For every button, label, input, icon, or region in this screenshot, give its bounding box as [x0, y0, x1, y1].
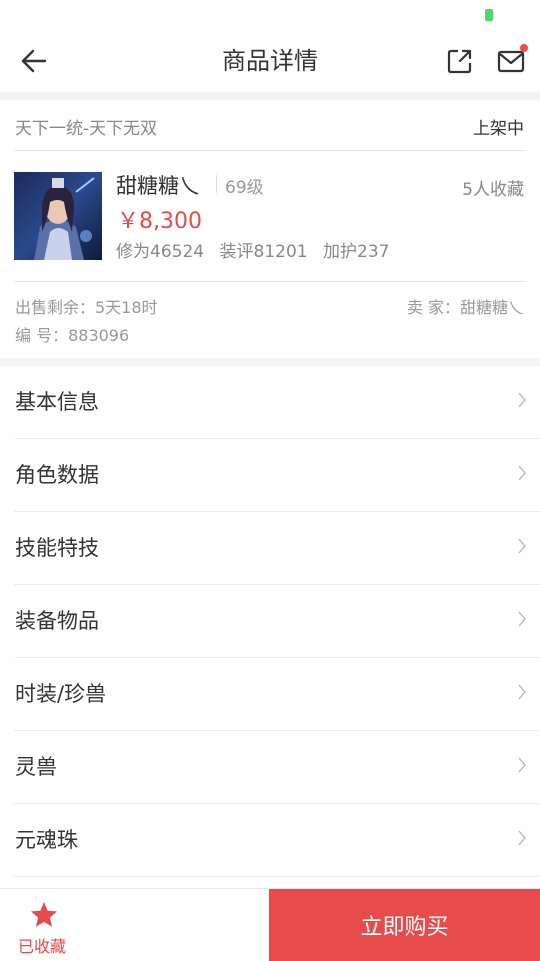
listing-status: 上架中 [473, 119, 524, 139]
battery-icon [485, 9, 493, 21]
time-remaining: 出售剩余：5天18时 [15, 298, 158, 317]
price: ￥8,300 [117, 209, 202, 234]
server-name: 天下一统-天下无双 [15, 119, 158, 139]
chevron-right-icon [518, 465, 526, 481]
chevron-right-icon [518, 757, 526, 773]
chevron-right-icon [518, 830, 526, 846]
character-stats: 修为46524 装评81201 加护237 [116, 237, 399, 262]
status-bar [0, 0, 540, 30]
server-row: 天下一统-天下无双 上架中 [0, 100, 540, 150]
star-icon [31, 902, 57, 927]
stat-gear-score: 装评81201 [219, 242, 308, 262]
menu-item-equipment[interactable]: 装备物品 [14, 585, 540, 658]
section-divider [0, 358, 540, 366]
seller-name: 卖 家：甜糖糖乀 [406, 298, 524, 317]
menu-item-label: 灵兽 [15, 755, 57, 779]
menu-item-label: 角色数据 [15, 463, 99, 487]
listing-meta: 出售剩余：5天18时 卖 家：甜糖糖乀 编 号：883096 [0, 282, 540, 358]
share-button[interactable] [440, 42, 480, 80]
buy-now-button[interactable]: 立即购买 [269, 889, 540, 961]
item-id: 编 号：883096 [15, 326, 130, 345]
menu-item-skills[interactable]: 技能特技 [14, 512, 540, 585]
detail-menu: 基本信息 角色数据 技能特技 装备物品 时装/珍兽 灵兽 元魂珠 [0, 366, 540, 877]
mail-icon [497, 50, 525, 73]
menu-item-label: 时装/珍兽 [15, 682, 107, 706]
favorite-button[interactable]: 已收藏 [0, 889, 269, 961]
favorite-count: 5人收藏 [462, 180, 524, 200]
menu-item-soul-orb[interactable]: 元魂珠 [14, 804, 540, 877]
character-avatar [14, 172, 102, 260]
character-name: 甜糖糖乀 [116, 174, 200, 198]
menu-item-label: 技能特技 [15, 536, 99, 560]
menu-item-basic-info[interactable]: 基本信息 [14, 366, 540, 439]
menu-item-label: 基本信息 [15, 390, 99, 414]
stat-protection: 加护237 [323, 242, 390, 262]
chevron-right-icon [518, 684, 526, 700]
menu-item-label: 元魂珠 [15, 828, 78, 852]
character-level: 69级 [225, 178, 264, 198]
notification-dot [520, 44, 528, 52]
menu-item-fashion-pets[interactable]: 时装/珍兽 [14, 658, 540, 731]
product-card: 甜糖糖乀 69级 5人收藏 ￥8,300 修为46524 装评81201 加护2… [0, 151, 540, 281]
chevron-right-icon [518, 611, 526, 627]
bottom-action-bar: 已收藏 立即购买 [0, 888, 540, 961]
menu-item-spirit-beast[interactable]: 灵兽 [14, 731, 540, 804]
menu-item-label: 装备物品 [15, 609, 99, 633]
chevron-right-icon [518, 392, 526, 408]
chevron-right-icon [518, 538, 526, 554]
menu-item-character-data[interactable]: 角色数据 [14, 439, 540, 512]
stat-cultivation: 修为46524 [116, 242, 205, 262]
section-divider [0, 92, 540, 100]
nav-bar: 商品详情 [0, 30, 540, 92]
share-icon [447, 49, 472, 74]
mail-button[interactable] [490, 42, 532, 80]
favorite-label: 已收藏 [18, 937, 67, 956]
separator [216, 175, 217, 193]
